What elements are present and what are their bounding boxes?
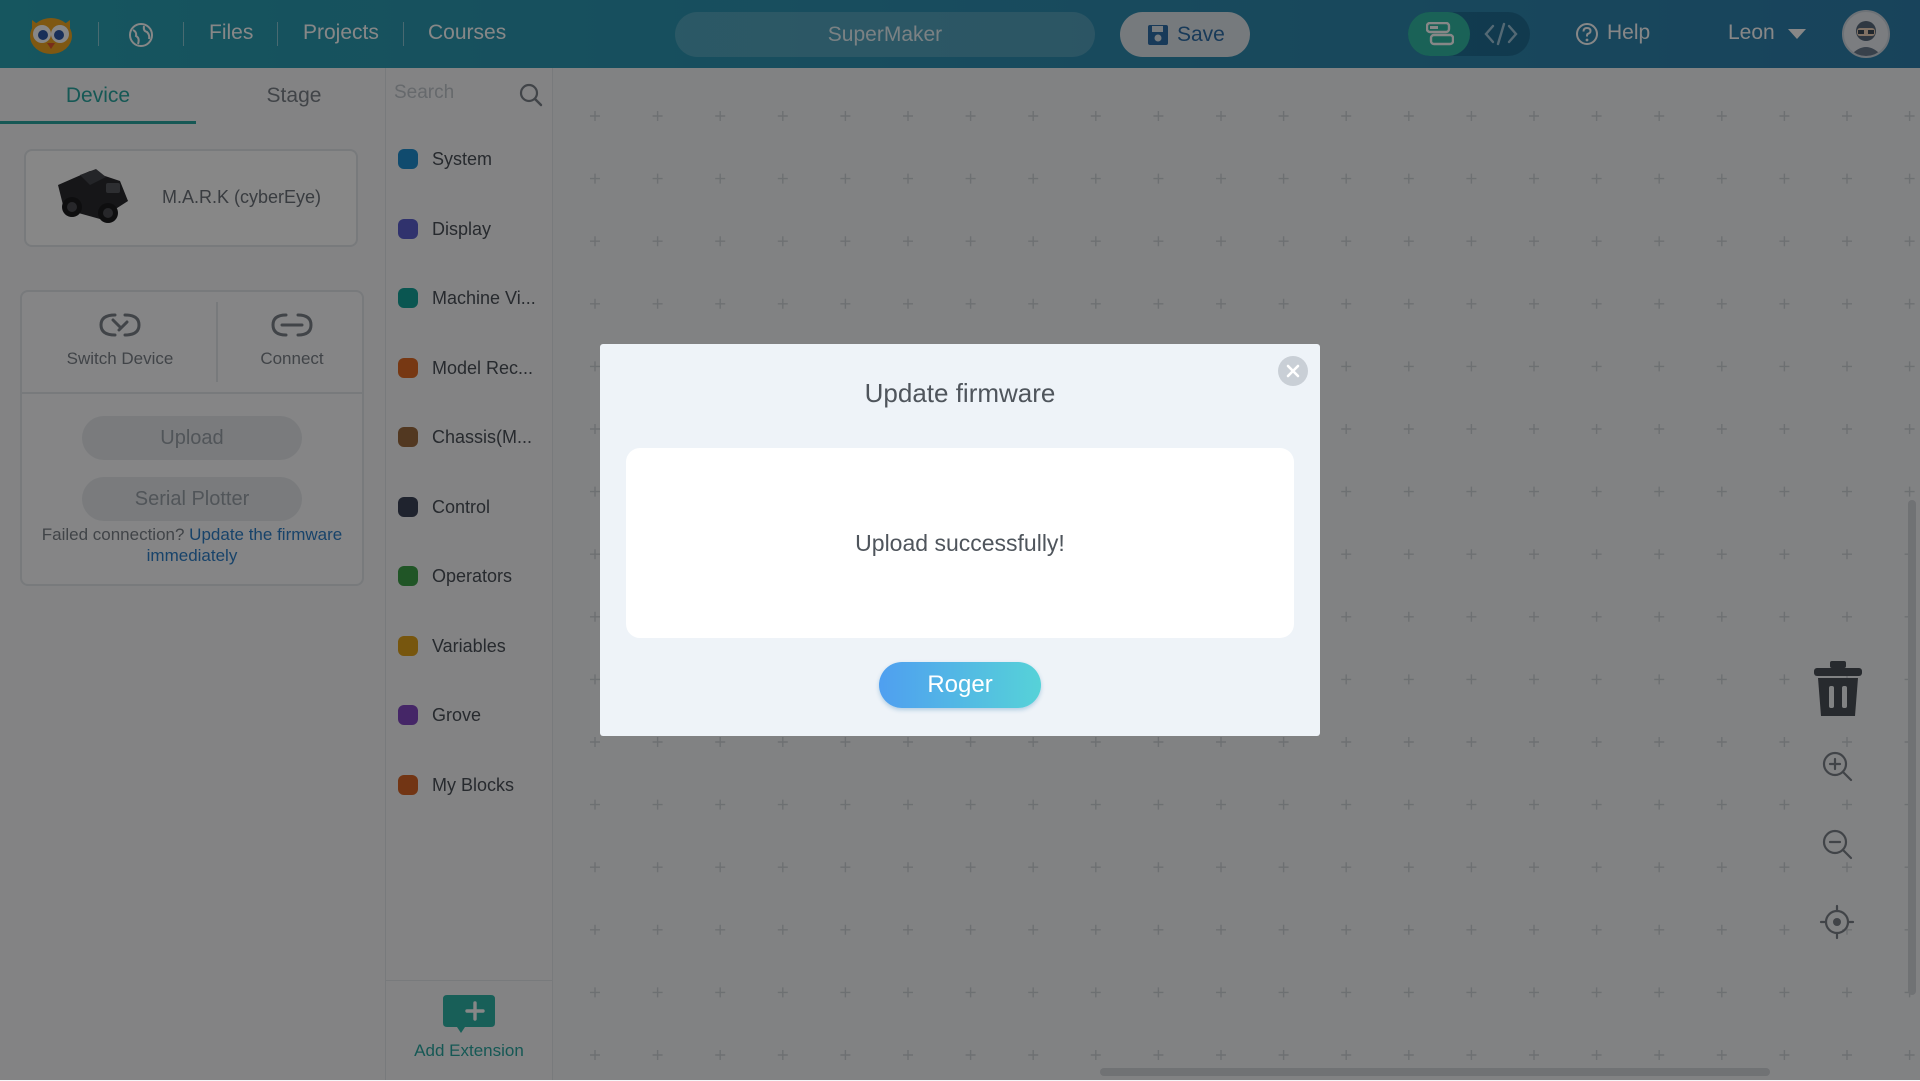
dialog-message: Upload successfully! — [855, 530, 1065, 556]
roger-button[interactable]: Roger — [879, 662, 1041, 708]
dialog-message-box: Upload successfully! — [626, 448, 1294, 638]
dialog-title: Update firmware — [864, 378, 1056, 408]
close-button[interactable] — [1278, 356, 1308, 386]
update-firmware-dialog: Update firmware Upload successfully! Rog… — [600, 344, 1320, 736]
close-icon — [1286, 364, 1300, 378]
